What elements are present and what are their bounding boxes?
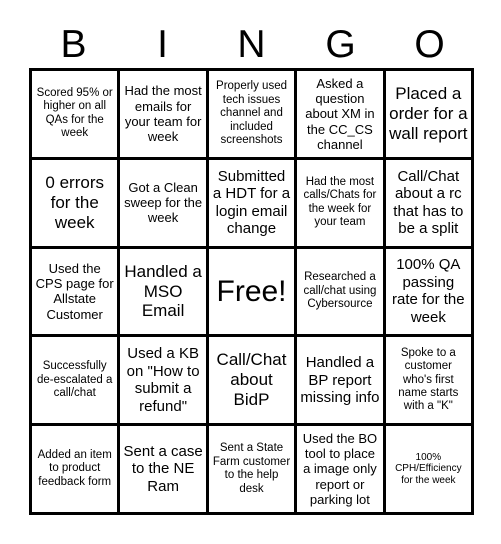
bingo-cell-n1[interactable]: Properly used tech issues channel and in… xyxy=(208,71,298,157)
bingo-header-letter-g: G xyxy=(325,23,356,66)
bingo-cell-text: Spoke to a customer who's first name sta… xyxy=(398,346,459,413)
bingo-header-letter-n: N xyxy=(237,23,266,66)
bingo-header: B I N G O xyxy=(29,22,474,68)
bingo-cell-o3[interactable]: 100% QA passing rate for the week xyxy=(385,248,472,335)
bingo-cell-g2[interactable]: Had the most calls/Chats for the week fo… xyxy=(297,159,386,246)
bingo-cell-text: Properly used tech issues channel and in… xyxy=(216,80,287,147)
bingo-cell-text: Call/Chat about a rc that has to be a sp… xyxy=(393,167,464,238)
bingo-cell-text: 100% QA passing rate for the week xyxy=(392,256,465,327)
bingo-cell-g3[interactable]: Researched a call/chat using Cybersource xyxy=(297,248,386,335)
bingo-cell-text: Scored 95% or higher on all QAs for the … xyxy=(36,86,113,140)
bingo-cell-text: Had the most calls/Chats for the week fo… xyxy=(303,175,377,229)
bingo-cell-b3[interactable]: Used the CPS page for Allstate Customer xyxy=(32,248,121,335)
bingo-cell-g4[interactable]: Handled a BP report missing info xyxy=(297,337,386,424)
bingo-cell-o4[interactable]: Spoke to a customer who's first name sta… xyxy=(385,337,472,424)
bingo-cell-i2[interactable]: Got a Clean sweep for the week xyxy=(120,159,209,246)
bingo-cell-n2[interactable]: Submitted a HDT for a login email change xyxy=(208,159,298,246)
bingo-cell-g5[interactable]: Used the BO tool to place a image only r… xyxy=(297,426,386,512)
bingo-header-letter-o: O xyxy=(414,23,445,66)
bingo-card: B I N G O Scored 95% or higher on all QA… xyxy=(0,0,501,544)
bingo-cell-text: Handled a BP report missing info xyxy=(300,353,380,407)
bingo-cell-text: 100% CPH/Efficiency for the week xyxy=(395,451,462,486)
bingo-row: Scored 95% or higher on all QAs for the … xyxy=(32,71,472,160)
bingo-cell-text: Successfully de-escalated a call/chat xyxy=(36,360,113,400)
bingo-cell-text: Researched a call/chat using Cybersource xyxy=(303,271,377,311)
bingo-cell-i5[interactable]: Sent a case to the NE Ram xyxy=(120,426,209,512)
bingo-cell-text: Placed a order for a wall report xyxy=(389,84,468,143)
bingo-cell-text: Used the BO tool to place a image only r… xyxy=(302,431,378,507)
bingo-cell-o2[interactable]: Call/Chat about a rc that has to be a sp… xyxy=(385,159,472,246)
bingo-cell-i3[interactable]: Handled a MSO Email xyxy=(120,248,209,335)
bingo-cell-b1[interactable]: Scored 95% or higher on all QAs for the … xyxy=(32,71,121,157)
bingo-cell-b5[interactable]: Added an item to product feedback form xyxy=(32,426,121,512)
bingo-cell-text: Handled a MSO Email xyxy=(124,261,202,321)
bingo-cell-n4[interactable]: Call/Chat about BidP xyxy=(208,337,298,424)
bingo-row: Used the CPS page for Allstate Customer … xyxy=(32,248,472,338)
bingo-cell-n5[interactable]: Sent a State Farm customer to the help d… xyxy=(208,426,298,512)
bingo-header-letter-i: I xyxy=(157,23,168,66)
bingo-cell-text: Asked a question about XM in the CC_CS c… xyxy=(305,75,375,152)
bingo-row: Successfully de-escalated a call/chat Us… xyxy=(32,337,472,427)
bingo-cell-text: Had the most emails for your team for we… xyxy=(124,83,202,145)
bingo-row: Added an item to product feedback form S… xyxy=(32,426,472,512)
bingo-cell-text: Added an item to product feedback form xyxy=(37,448,112,488)
bingo-cell-b2[interactable]: 0 errors for the week xyxy=(32,159,121,246)
bingo-cell-b4[interactable]: Successfully de-escalated a call/chat xyxy=(32,337,121,424)
bingo-cell-text: Used a KB on "How to submit a refund" xyxy=(126,345,200,415)
bingo-cell-i4[interactable]: Used a KB on "How to submit a refund" xyxy=(120,337,209,424)
bingo-cell-i1[interactable]: Had the most emails for your team for we… xyxy=(120,71,209,157)
bingo-cell-o1[interactable]: Placed a order for a wall report xyxy=(385,71,472,157)
bingo-row: 0 errors for the week Got a Clean sweep … xyxy=(32,159,472,249)
bingo-cell-text: Got a Clean sweep for the week xyxy=(124,179,203,226)
bingo-free-space-label: Free! xyxy=(216,274,287,308)
bingo-cell-free-space[interactable]: Free! xyxy=(208,248,298,335)
bingo-grid: Scored 95% or higher on all QAs for the … xyxy=(29,68,474,515)
bingo-cell-text: Submitted a HDT for a login email change xyxy=(212,167,291,238)
bingo-cell-o5[interactable]: 100% CPH/Efficiency for the week xyxy=(385,426,472,512)
bingo-cell-text: Sent a State Farm customer to the help d… xyxy=(212,442,291,495)
bingo-cell-g1[interactable]: Asked a question about XM in the CC_CS c… xyxy=(297,71,386,157)
bingo-cell-text: Call/Chat about BidP xyxy=(216,350,287,410)
bingo-cell-text: Used the CPS page for Allstate Customer xyxy=(35,261,114,322)
bingo-header-letter-b: B xyxy=(60,23,87,66)
bingo-cell-text: Sent a case to the NE Ram xyxy=(123,442,203,495)
bingo-cell-text: 0 errors for the week xyxy=(45,172,104,232)
